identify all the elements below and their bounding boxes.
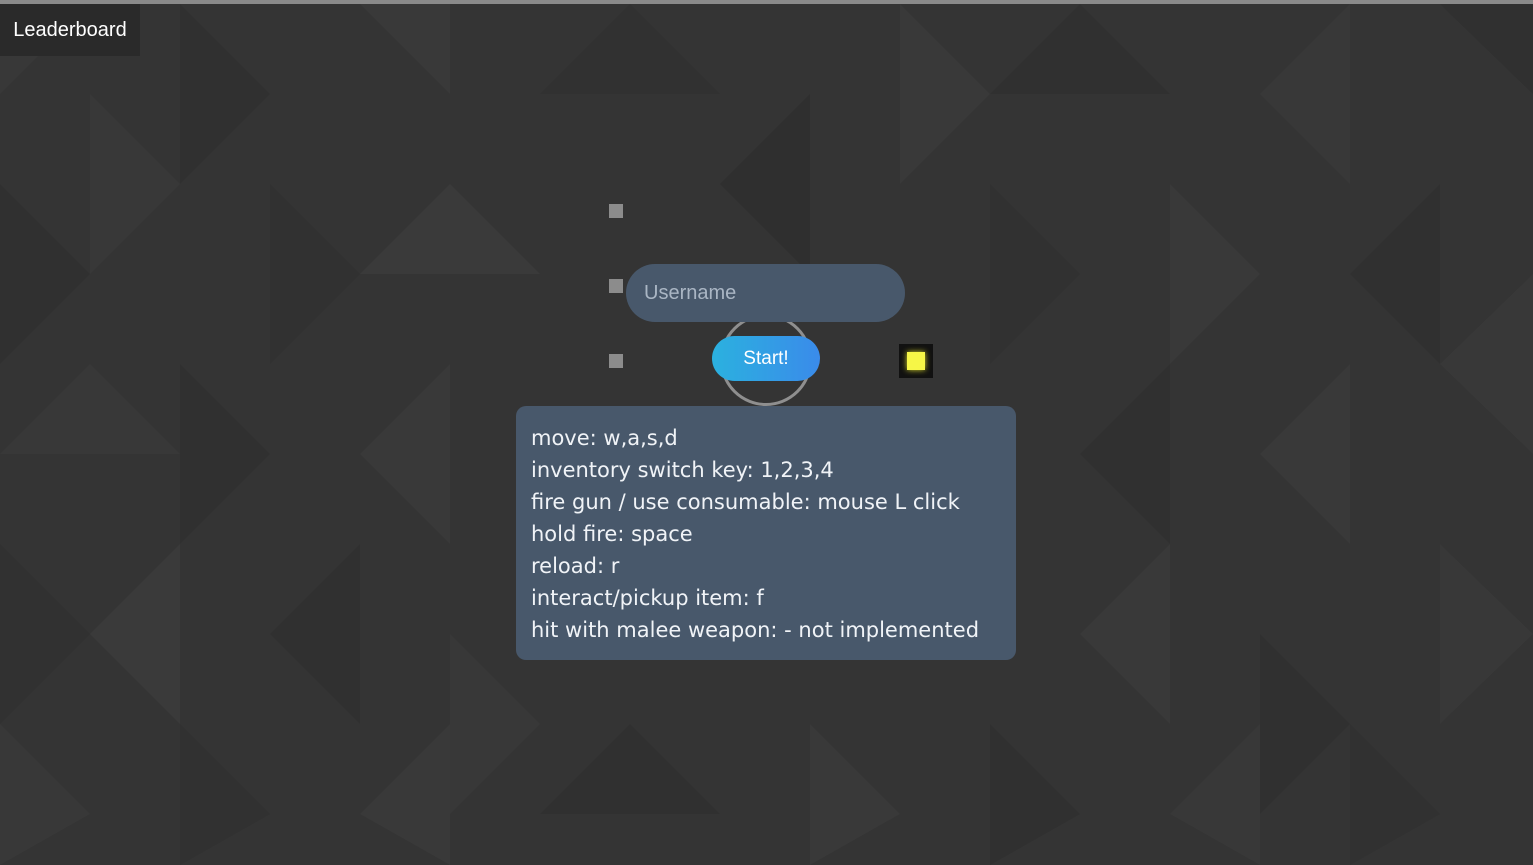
leaderboard-button[interactable]: Leaderboard: [0, 4, 140, 56]
grey-square-marker: [609, 354, 623, 368]
instruction-fire: fire gun / use consumable: mouse L click: [531, 490, 960, 514]
grey-square-marker: [609, 204, 623, 218]
controls-instructions-panel: move: w,a,s,d inventory switch key: 1,2,…: [516, 406, 1016, 660]
instruction-move: move: w,a,s,d: [531, 426, 678, 450]
yellow-square-fill: [907, 352, 925, 370]
instruction-hold-fire: hold fire: space: [531, 522, 693, 546]
instruction-inventory-switch: inventory switch key: 1,2,3,4: [531, 458, 834, 482]
start-button[interactable]: Start!: [712, 336, 820, 381]
yellow-square-icon: [899, 344, 933, 378]
game-stage[interactable]: Leaderboard Start! move: w,a,s,d invento…: [0, 0, 1533, 865]
top-strip: [0, 0, 1533, 4]
instruction-interact: interact/pickup item: f: [531, 586, 764, 610]
instruction-melee: hit with malee weapon: - not implemented: [531, 618, 980, 642]
instruction-reload: reload: r: [531, 554, 620, 578]
username-input[interactable]: [626, 264, 905, 322]
grey-square-marker: [609, 279, 623, 293]
